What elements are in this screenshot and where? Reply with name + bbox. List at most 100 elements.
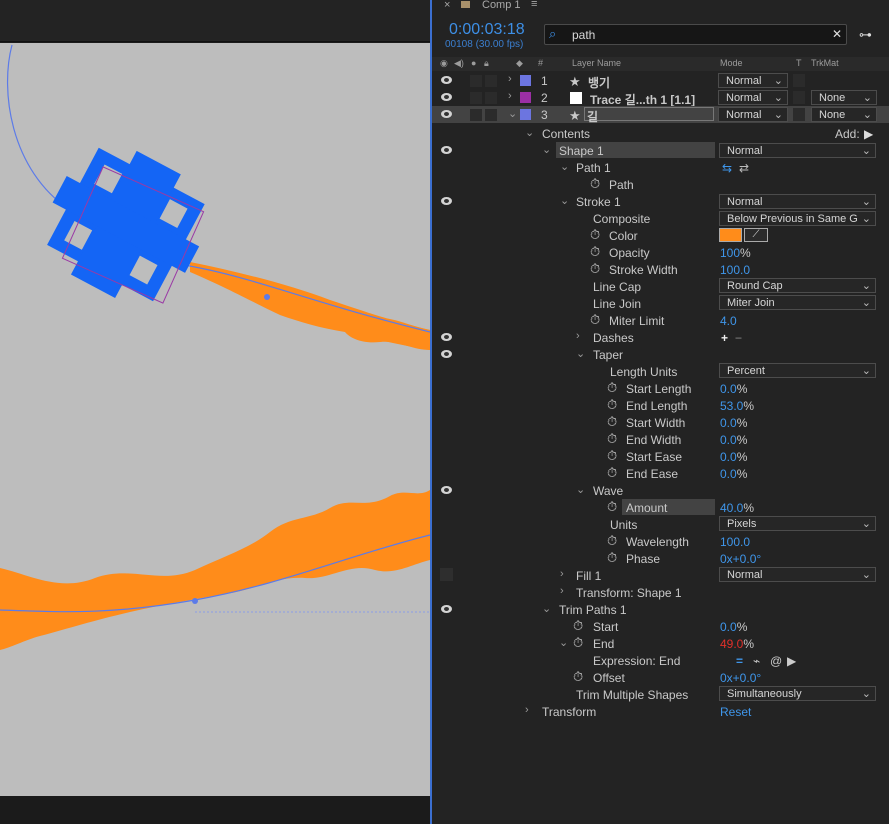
line-cap-row[interactable]: Line Cap Round Cap ⌄ [432,278,889,295]
stopwatch-icon[interactable]: ⏱ [607,448,617,464]
layer-row-1[interactable]: › 1 ★ 뱅기 Normal ⌄ [432,72,889,90]
chevron-right-icon[interactable]: › [576,330,580,342]
end-ease-row[interactable]: ⏱ End Ease 0.0% [432,465,889,482]
add-label[interactable]: Add: [835,127,860,141]
expression-language-menu-icon[interactable]: ▶ [787,654,796,668]
stopwatch-icon[interactable]: ⏱ [607,414,617,430]
reset-link[interactable]: Reset [720,705,751,719]
chevron-right-icon[interactable]: › [560,568,564,580]
stopwatch-icon[interactable]: ⏱ [590,261,600,277]
add-dash-button[interactable]: + [721,331,728,345]
stopwatch-icon[interactable]: ⏱ [590,312,600,328]
layer-row-2[interactable]: › 2 Trace 길...th 1 [1.1] Normal ⌄ None ⌄ [432,89,889,107]
units-row[interactable]: Units Pixels ⌄ [432,516,889,533]
eyedropper-icon[interactable]: ⟋ [744,228,768,242]
path-direction-icon[interactable]: ⇆ [722,161,732,175]
fill1-row[interactable]: › Fill 1 Normal ⌄ [432,567,889,584]
opacity-value[interactable]: 100% [720,246,751,260]
stroke-width-row[interactable]: ⏱ Stroke Width 100.0 [432,261,889,278]
stopwatch-icon[interactable]: ⏱ [607,550,617,566]
miter-limit-row[interactable]: ⏱ Miter Limit 4.0 [432,312,889,329]
layer-name-editing[interactable]: 길 [584,107,714,124]
stopwatch-icon[interactable]: ⏱ [590,176,600,192]
amount-label[interactable]: Amount [622,499,715,515]
offset-row[interactable]: ⏱ Offset 0x+0.0° [432,669,889,686]
graph-icon[interactable]: ⌁ [753,654,760,668]
mode-dropdown[interactable]: Normal ⌄ [718,107,788,122]
opacity-row[interactable]: ⏱ Opacity 100% [432,244,889,261]
trim-multiple-row[interactable]: Trim Multiple Shapes Simultaneously ⌄ [432,686,889,703]
end-ease-value[interactable]: 0.0% [720,467,747,481]
eye-icon[interactable] [441,76,452,84]
stopwatch-icon[interactable]: ⏱ [607,397,617,413]
close-tab-icon[interactable]: × [444,0,450,11]
eye-icon[interactable] [441,333,452,341]
eye-icon[interactable] [441,197,452,205]
dashes-row[interactable]: › Dashes + − [432,329,889,346]
contents-row[interactable]: ⌄ Contents Add: ▶ [432,125,889,142]
start-ease-value[interactable]: 0.0% [720,450,747,464]
search-field[interactable]: ⌕ path ✕ [544,24,847,45]
composite-row[interactable]: Composite Below Previous in Same G ⌄ [432,210,889,227]
start-length-number[interactable]: 0.0 [720,382,737,396]
wavelength-value[interactable]: 100.0 [720,535,750,549]
line-join-row[interactable]: Line Join Miter Join ⌄ [432,295,889,312]
stopwatch-icon[interactable]: ⏱ [573,635,583,651]
chevron-right-icon[interactable]: › [525,704,529,716]
chevron-down-icon[interactable]: ⌄ [559,636,568,649]
label-color-swatch[interactable] [520,109,531,120]
start-length-row[interactable]: ⏱ Start Length 0.0% [432,380,889,397]
chevron-down-icon[interactable]: ⌄ [542,602,551,615]
trim-multiple-dropdown[interactable]: Simultaneously ⌄ [719,686,876,701]
chevron-right-icon[interactable]: › [508,73,512,85]
stopwatch-icon[interactable]: ⏱ [573,618,583,634]
end-width-value[interactable]: 0.0% [720,433,747,447]
label-color-swatch[interactable] [520,92,531,103]
line-join-dropdown[interactable]: Miter Join ⌄ [719,295,876,310]
start-ease-number[interactable]: 0.0 [720,450,737,464]
flowchart-icon[interactable]: ⊶ [859,27,872,43]
remove-dash-button[interactable]: − [735,331,742,345]
taper-row[interactable]: ⌄ Taper [432,346,889,363]
miter-limit-value[interactable]: 4.0 [720,314,737,328]
mode-dropdown[interactable]: Normal ⌄ [718,90,788,105]
end-width-row[interactable]: ⏱ End Width 0.0% [432,431,889,448]
add-play-icon[interactable]: ▶ [864,127,873,141]
stroke-width-value[interactable]: 100.0 [720,263,750,277]
chevron-right-icon[interactable]: › [508,90,512,102]
color-row[interactable]: ⏱ Color ⟋ [432,227,889,244]
stopwatch-icon[interactable]: ⏱ [607,533,617,549]
chevron-down-icon[interactable]: ⌄ [542,143,551,156]
phase-row[interactable]: ⏱ Phase 0x+0.0° [432,550,889,567]
amount-number[interactable]: 40.0 [720,501,743,515]
clear-search-icon[interactable]: ✕ [832,27,842,41]
layer-row-3[interactable]: ⌄ 3 ★ 길 Normal ⌄ None ⌄ [432,106,889,124]
trim-paths-row[interactable]: ⌄ Trim Paths 1 [432,601,889,618]
chevron-down-icon[interactable]: ⌄ [576,347,585,360]
composition-canvas[interactable] [0,43,430,796]
start-width-value[interactable]: 0.0% [720,416,747,430]
units-dropdown[interactable]: Pixels ⌄ [719,516,876,531]
start-width-number[interactable]: 0.0 [720,416,737,430]
amount-value[interactable]: 40.0% [720,501,754,515]
t-box[interactable] [793,74,805,87]
eye-icon[interactable] [441,110,452,118]
panel-menu-icon[interactable]: ≡ [531,0,537,10]
chevron-down-icon[interactable]: ⌄ [525,126,534,139]
composite-dropdown[interactable]: Below Previous in Same G ⌄ [719,211,876,226]
reverse-path-icon[interactable]: ⇄ [739,161,749,175]
eye-icon[interactable] [441,146,452,154]
length-units-dropdown[interactable]: Percent ⌄ [719,363,876,378]
trim-start-value[interactable]: 0.0% [720,620,747,634]
line-cap-dropdown[interactable]: Round Cap ⌄ [719,278,876,293]
opacity-number[interactable]: 100 [720,246,740,260]
tab-title[interactable]: Comp 1 [482,0,521,11]
solo-box[interactable] [470,75,482,87]
chevron-down-icon[interactable]: ⌄ [560,160,569,173]
lock-box[interactable] [485,92,497,104]
start-length-value[interactable]: 0.0% [720,382,747,396]
eye-icon[interactable] [441,605,452,613]
layer-name-header[interactable]: Layer Name [572,58,621,68]
chevron-down-icon[interactable]: ⌄ [508,107,517,120]
stopwatch-icon[interactable]: ⏱ [590,227,600,243]
